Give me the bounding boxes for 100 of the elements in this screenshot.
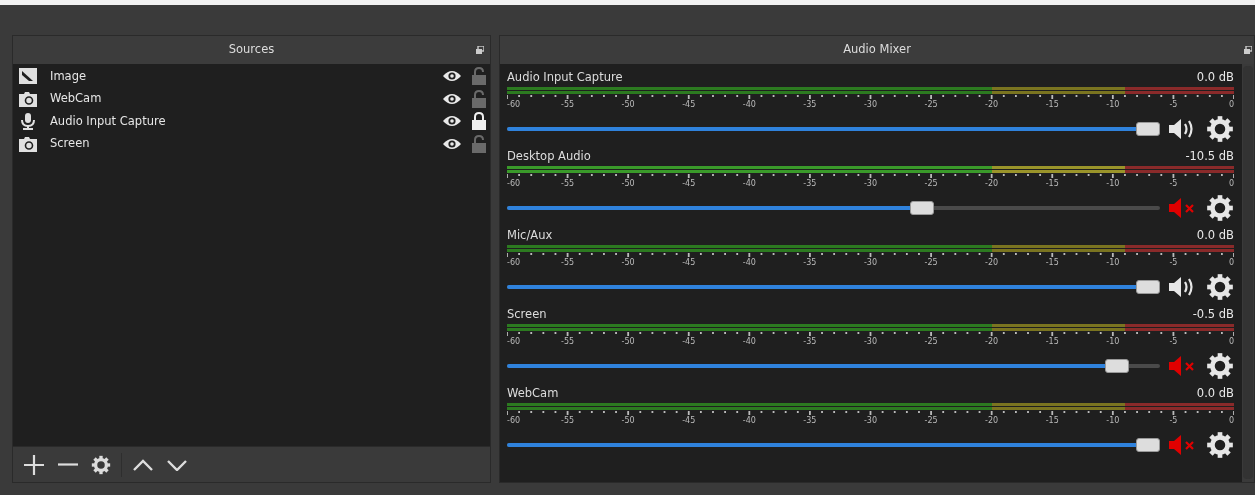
slider-thumb[interactable] (1104, 359, 1129, 373)
undock-icon[interactable] (476, 46, 484, 54)
source-name: Audio Input Capture (50, 112, 167, 130)
tick-label: -60 (507, 337, 521, 346)
slider-thumb[interactable] (1136, 122, 1160, 136)
volume-reading: 0.0 dB (1196, 227, 1234, 245)
volume-slider[interactable] (507, 438, 1160, 452)
tick-label: -55 (561, 258, 575, 267)
source-item[interactable]: Screen (13, 132, 490, 155)
tick-label: -40 (742, 179, 756, 188)
tick-label: -60 (507, 100, 521, 109)
tick-label: -20 (985, 100, 999, 109)
tick-label: -40 (742, 100, 756, 109)
tick-label: -35 (803, 416, 817, 425)
channel-name: Audio Input Capture (507, 69, 623, 87)
tick-label: -45 (682, 416, 696, 425)
tick-label: -5 (1169, 416, 1178, 425)
source-item[interactable]: Image (13, 65, 490, 88)
tick-label: 0 (1228, 100, 1234, 109)
tick-label: -45 (682, 337, 696, 346)
tick-label: -40 (742, 337, 756, 346)
source-item[interactable]: WebCam (13, 87, 490, 110)
volume-slider[interactable] (507, 280, 1160, 294)
tick-label: -25 (924, 100, 938, 109)
tick-label: -30 (863, 416, 878, 425)
slider-thumb[interactable] (1136, 438, 1160, 452)
tick-label: -30 (863, 100, 878, 109)
tick-label: 0 (1228, 337, 1234, 346)
settings-icon[interactable] (1206, 273, 1234, 301)
tick-label: -15 (1045, 179, 1059, 188)
source-name: Screen (50, 135, 91, 153)
tick-label: -55 (561, 337, 575, 346)
tick-label: -40 (742, 416, 756, 425)
camera-icon (18, 89, 38, 108)
channel-name: WebCam (507, 385, 559, 403)
unlocked-icon[interactable] (472, 67, 486, 86)
slider-thumb[interactable] (909, 201, 934, 215)
volume-slider[interactable] (507, 359, 1160, 373)
tick-label: 0 (1228, 179, 1234, 188)
settings-icon (91, 454, 111, 475)
tick-label: -10 (1106, 416, 1120, 425)
volume-slider[interactable] (507, 201, 1160, 215)
tick-label: -15 (1045, 416, 1059, 425)
eye-icon[interactable] (442, 136, 462, 151)
tick-label: -55 (561, 179, 575, 188)
tick-label: -25 (924, 416, 938, 425)
lock-icon[interactable] (472, 112, 486, 131)
source-name: Image (50, 67, 88, 85)
settings-icon[interactable] (1206, 352, 1234, 380)
scrollbar[interactable] (1243, 66, 1253, 479)
tick-label: -30 (863, 179, 878, 188)
volume-reading: 0.0 dB (1196, 69, 1234, 87)
tick-label: 0 (1228, 416, 1234, 425)
eye-icon[interactable] (442, 69, 462, 84)
tick-label: -50 (621, 416, 635, 425)
settings-icon[interactable] (1206, 115, 1234, 143)
settings-icon[interactable] (1206, 431, 1234, 459)
volume-reading: -10.5 dB (1185, 148, 1234, 166)
tick-label: -45 (682, 258, 696, 267)
remove-icon (57, 463, 79, 466)
tick-label: -5 (1169, 179, 1178, 188)
volume-slider[interactable] (507, 122, 1160, 136)
camera-icon (18, 134, 38, 153)
chevron-up-icon (132, 458, 154, 471)
undock-icon[interactable] (1244, 46, 1252, 54)
chevron-down-icon (166, 458, 188, 471)
tick-label: -10 (1106, 179, 1120, 188)
tick-label: -15 (1045, 258, 1059, 267)
eye-icon[interactable] (442, 114, 462, 129)
image-icon (18, 67, 38, 86)
tick-label: -60 (507, 179, 521, 188)
panel-title: Sources (228, 41, 275, 59)
microphone-icon (18, 112, 38, 131)
tick-label: -20 (985, 258, 999, 267)
tick-label: -60 (507, 258, 521, 267)
settings-icon[interactable] (1206, 194, 1234, 222)
tick-label: -35 (803, 179, 817, 188)
tick-label: -20 (985, 179, 999, 188)
volume-reading: -0.5 dB (1192, 306, 1234, 324)
source-name: WebCam (50, 90, 103, 108)
channel-name: Screen (507, 306, 547, 324)
tick-label: -25 (924, 258, 938, 267)
tick-label: -50 (621, 258, 635, 267)
tick-label: 0 (1228, 258, 1234, 267)
channel-name: Mic/Aux (507, 227, 553, 245)
source-item[interactable]: Audio Input Capture (13, 110, 490, 133)
tick-label: -50 (621, 179, 635, 188)
volume-reading: 0.0 dB (1196, 385, 1234, 403)
tick-label: -5 (1169, 100, 1178, 109)
eye-icon[interactable] (442, 91, 462, 106)
tick-label: -45 (682, 179, 696, 188)
tick-label: -15 (1045, 100, 1059, 109)
tick-label: -25 (924, 179, 938, 188)
tick-label: -20 (985, 337, 999, 346)
slider-thumb[interactable] (1136, 280, 1160, 294)
tick-label: -30 (863, 258, 878, 267)
tick-label: -55 (561, 416, 575, 425)
add-icon (23, 453, 45, 476)
tick-label: -50 (621, 337, 635, 346)
tick-label: -10 (1106, 337, 1120, 346)
